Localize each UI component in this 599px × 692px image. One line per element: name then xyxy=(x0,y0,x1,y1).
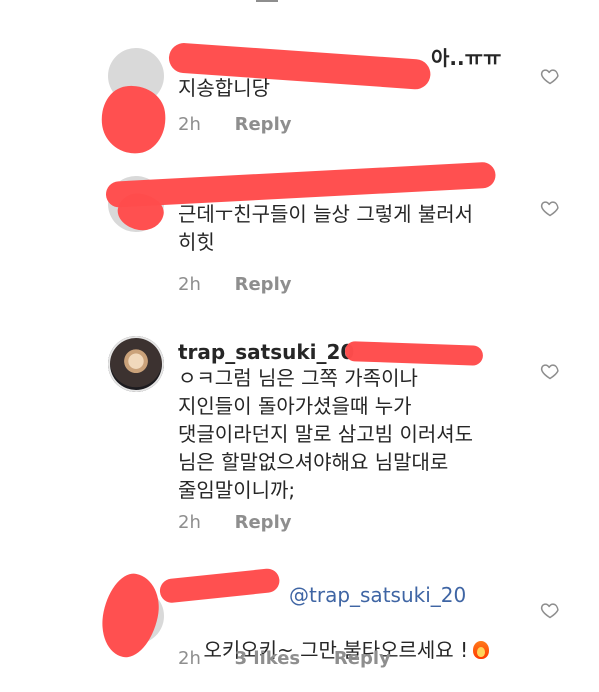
comment-text: 근데ㅜ친구들이 늘상 그렇게 불러서 히힛 xyxy=(178,202,474,254)
comment-time: 2h xyxy=(178,512,201,533)
comment-meta: 2h Reply xyxy=(178,512,319,534)
redaction-mark xyxy=(344,341,484,366)
reply-button[interactable]: Reply xyxy=(235,274,292,295)
comment-username-suffix: 아..ㅠㅠ xyxy=(431,46,502,70)
heart-icon[interactable] xyxy=(540,198,560,218)
redaction-mark xyxy=(95,568,166,663)
comment-text: 지송합니당 xyxy=(178,76,270,100)
reply-button[interactable]: Reply xyxy=(334,648,391,669)
fire-icon xyxy=(472,640,490,660)
redaction-mark xyxy=(97,81,171,158)
heart-icon[interactable] xyxy=(540,361,560,381)
comment-meta: 2h 3 likes Reply xyxy=(178,648,419,670)
heart-icon[interactable] xyxy=(540,600,560,620)
top-edge-fragment xyxy=(250,0,290,4)
reply-button[interactable]: Reply xyxy=(235,114,292,135)
comment-text: ㅇㅋ그럼 님은 그쪽 가족이나 지인들이 돌아가셨을때 누가 댓글이라던지 말로… xyxy=(178,366,474,502)
comment-username[interactable]: trap_satsuki_20 xyxy=(178,340,354,364)
comment-time: 2h xyxy=(178,274,201,295)
likes-count[interactable]: 3 likes xyxy=(235,648,301,669)
comment-mention: @trap_satsuki_20 xyxy=(289,583,466,607)
comment-time: 2h xyxy=(178,114,201,135)
reply-button[interactable]: Reply xyxy=(235,512,292,533)
comment-meta: 2h Reply xyxy=(178,114,319,136)
redaction-mark xyxy=(158,567,281,604)
comment-meta: 2h Reply xyxy=(178,274,319,296)
avatar[interactable] xyxy=(108,336,164,392)
comment-time: 2h xyxy=(178,648,201,669)
heart-icon[interactable] xyxy=(540,66,560,86)
mention-link[interactable]: @trap_satsuki_20 xyxy=(289,583,466,607)
